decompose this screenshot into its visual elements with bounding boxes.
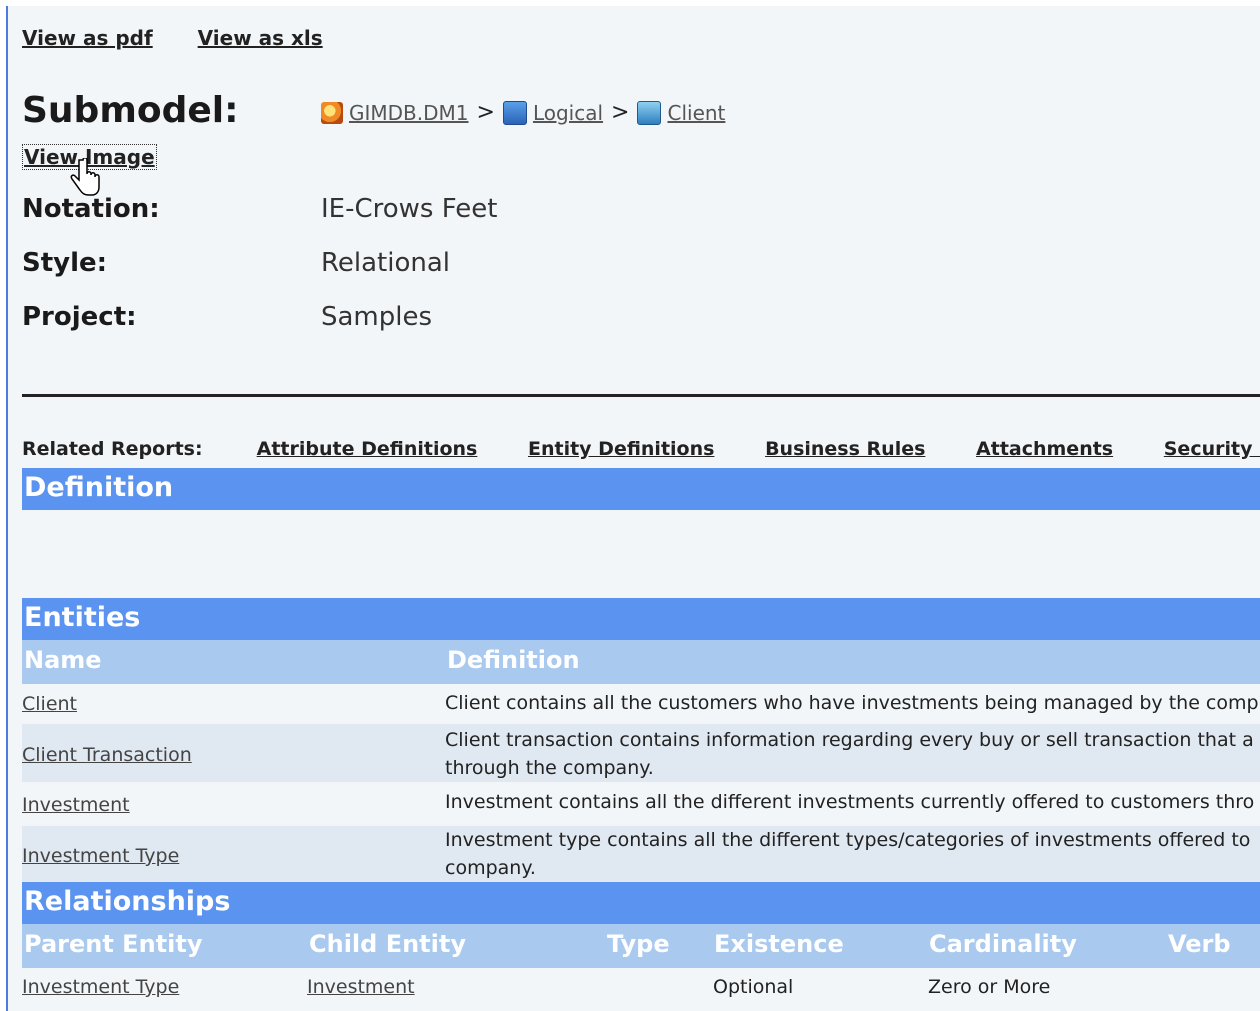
- security-link[interactable]: Security I: [1164, 438, 1260, 460]
- column-definition: Definition: [447, 646, 580, 674]
- logical-model-icon: [502, 100, 527, 125]
- submodel-icon: [637, 100, 662, 125]
- relationships-column-header: Parent Entity Child Entity Type Existenc…: [22, 924, 1260, 968]
- entity-definitions-link[interactable]: Entity Definitions: [528, 438, 714, 460]
- entities-header: Entities: [22, 598, 1260, 640]
- attribute-definitions-link[interactable]: Attribute Definitions: [257, 438, 478, 460]
- project-label: Project:: [22, 302, 137, 332]
- definition-body: [22, 510, 1260, 598]
- related-reports: Related Reports: Attribute Definitions E…: [22, 438, 1260, 460]
- entity-link[interactable]: Client: [22, 693, 77, 715]
- breadcrumb-model-link[interactable]: GIMDB.DM1: [349, 101, 469, 125]
- submodel-label: Submodel:: [22, 90, 239, 131]
- entity-link[interactable]: Investment Type: [22, 845, 179, 867]
- table-row: Client Client contains all the customers…: [22, 684, 1260, 724]
- entity-definition: Investment contains all the different in…: [445, 791, 1255, 813]
- notation-value: IE-Crows Feet: [321, 194, 498, 224]
- column-type: Type: [607, 930, 670, 958]
- breadcrumb: GIMDB.DM1 > Logical > Client: [321, 100, 725, 125]
- breadcrumb-logical-link[interactable]: Logical: [533, 101, 603, 125]
- relationship-existence: Optional: [713, 976, 794, 998]
- entity-definition-line: through the company.: [445, 757, 654, 779]
- entity-definition-line: company.: [445, 857, 536, 879]
- entity-link[interactable]: Investment: [22, 794, 130, 816]
- parent-entity-link[interactable]: Investment Type: [22, 976, 179, 998]
- relationships-header: Relationships: [22, 882, 1260, 924]
- breadcrumb-client-link[interactable]: Client: [667, 101, 725, 125]
- style-label: Style:: [22, 248, 108, 278]
- table-row: Investment Type Investment Optional Zero…: [22, 968, 1260, 1011]
- business-rules-link[interactable]: Business Rules: [765, 438, 925, 460]
- breadcrumb-separator: >: [476, 100, 495, 125]
- entity-definition: Investment type contains all the differe…: [445, 826, 1260, 882]
- entities-column-header: Name Definition: [22, 640, 1260, 684]
- related-reports-label: Related Reports:: [22, 438, 203, 460]
- entity-definition-line: Investment type contains all the differe…: [445, 829, 1251, 851]
- attachments-link[interactable]: Attachments: [976, 438, 1113, 460]
- column-verb: Verb: [1168, 930, 1231, 958]
- entity-definition-line: Client transaction contains information …: [445, 729, 1254, 751]
- view-as-pdf-link[interactable]: View as pdf: [22, 26, 153, 50]
- view-as-xls-link[interactable]: View as xls: [198, 26, 323, 50]
- column-child-entity: Child Entity: [309, 930, 466, 958]
- relationship-cardinality: Zero or More: [928, 976, 1051, 998]
- table-row: Investment Investment contains all the d…: [22, 782, 1260, 826]
- entity-definition: Client contains all the customers who ha…: [445, 692, 1259, 714]
- report-frame: View as pdf View as xls Submodel: GIMDB.…: [6, 6, 1260, 1011]
- notation-label: Notation:: [22, 194, 160, 224]
- breadcrumb-separator: >: [611, 100, 630, 125]
- table-row: Investment Type Investment type contains…: [22, 826, 1260, 882]
- style-value: Relational: [321, 248, 451, 278]
- divider: [22, 394, 1260, 397]
- column-cardinality: Cardinality: [929, 930, 1077, 958]
- entity-link[interactable]: Client Transaction: [22, 744, 192, 766]
- column-name: Name: [24, 646, 102, 674]
- entity-definition: Client transaction contains information …: [445, 726, 1260, 782]
- column-parent-entity: Parent Entity: [24, 930, 203, 958]
- export-links: View as pdf View as xls: [22, 26, 361, 50]
- project-value: Samples: [321, 302, 433, 332]
- definition-header: Definition: [22, 468, 1260, 510]
- table-row: Client Transaction Client transaction co…: [22, 724, 1260, 782]
- database-icon: [321, 101, 343, 124]
- child-entity-link[interactable]: Investment: [307, 976, 415, 998]
- column-existence: Existence: [714, 930, 844, 958]
